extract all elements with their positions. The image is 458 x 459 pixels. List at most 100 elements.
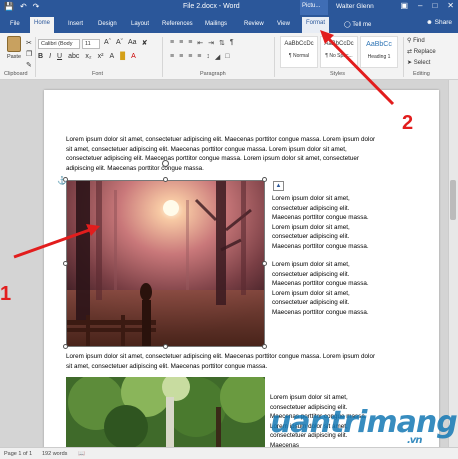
paragraph-1[interactable]: Lorem ipsum dolor sit amet, consectetuer… [66,135,378,173]
underline-icon[interactable]: U [57,53,62,60]
tab-review[interactable]: Review [240,18,268,33]
save-icon[interactable]: 💾 [4,2,14,12]
word-window: 💾 ↶ ↷ File 2.docx - Word Pictu... Walter… [0,0,458,459]
style-normal[interactable]: AaBbCcDc ¶ Normal [280,36,318,68]
group-label-editing: Editing [413,71,430,77]
multilevel-list-icon[interactable]: ≡ [188,39,192,47]
show-formatting-icon[interactable]: ¶ [230,39,234,47]
select-button[interactable]: ➤ Select [407,58,436,69]
italic-icon[interactable]: I [49,53,51,60]
increase-indent-icon[interactable]: ⇥ [208,39,214,47]
resize-handle[interactable] [262,344,267,349]
resize-handle[interactable] [63,261,68,266]
superscript-icon[interactable]: x² [98,53,104,60]
align-left-icon[interactable]: ≡ [170,53,174,61]
justify-icon[interactable]: ≡ [197,53,201,61]
wrap-text-block-1[interactable]: Lorem ipsum dolor sit amet, consectetuer… [272,194,372,251]
line-spacing-icon[interactable]: ↕ [206,53,210,61]
selected-image-misty-forest[interactable] [66,180,265,347]
tab-format[interactable]: Format [302,17,330,33]
user-name[interactable]: Walter Glenn [336,3,374,10]
resize-handle[interactable] [262,177,267,182]
text-effects-icon[interactable]: A [109,53,114,60]
subscript-icon[interactable]: x₂ [85,53,91,60]
redo-icon[interactable]: ↷ [33,2,40,12]
tab-layout[interactable]: Layout [127,18,153,33]
font-name-dropdown[interactable]: Calibri (Body [38,39,80,49]
tab-file[interactable]: File [6,18,24,33]
change-case-icon[interactable]: Aa [128,39,137,47]
group-label-paragraph: Paragraph [200,71,226,77]
align-right-icon[interactable]: ≡ [188,53,192,61]
style-heading-1[interactable]: AaBbCc Heading 1 [360,36,398,68]
tab-design[interactable]: Design [94,18,121,33]
wrap-text-block-2[interactable]: Lorem ipsum dolor sit amet, consectetuer… [272,260,372,317]
paste-button[interactable]: Paste [4,36,24,66]
maximize-icon[interactable]: □ [432,1,437,10]
clipboard-icon [7,36,21,52]
rotate-handle-icon[interactable] [162,160,169,167]
bold-icon[interactable]: B [38,53,43,60]
select-icon: ➤ [407,60,414,66]
copy-icon[interactable]: ❐ [26,49,32,60]
style-no-spacing[interactable]: AaBbCcDc ¶ No Spac... [320,36,358,68]
share-button[interactable]: ☻ Share [426,19,452,26]
page-count[interactable]: Page 1 of 1 [4,451,32,457]
layout-options-icon[interactable]: ▲ [273,181,284,191]
clear-formatting-icon[interactable]: ✘ [142,39,148,47]
tab-insert[interactable]: Insert [64,18,87,33]
word-count[interactable]: 192 words [42,451,67,457]
ribbon-options-icon[interactable]: ▣ [400,1,408,10]
tab-home[interactable]: Home [30,17,55,33]
align-center-icon[interactable]: ≡ [179,53,183,61]
borders-icon[interactable]: □ [225,53,229,61]
resize-handle[interactable] [63,344,68,349]
minimize-icon[interactable]: – [418,1,422,10]
status-bar: Page 1 of 1 192 words 📖 [0,447,458,459]
divider [35,37,36,77]
bullets-icon[interactable]: ≡ [170,39,174,47]
paragraph-2[interactable]: Lorem ipsum dolor sit amet, consectetuer… [66,352,378,371]
watermark-suffix: .vn [407,435,422,446]
font-size-dropdown[interactable]: 11 [82,39,100,49]
style-sample: AaBbCc [366,41,392,48]
tell-me-box[interactable]: ◯ Tell me [340,18,375,33]
proofing-icon[interactable]: 📖 [78,451,85,457]
resize-handle[interactable] [262,261,267,266]
watermark-logo: uantrimang .vn [270,405,458,446]
tab-references[interactable]: References [158,18,197,33]
close-icon[interactable]: ✕ [447,1,454,10]
replace-label: Replace [413,49,436,55]
strikethrough-icon[interactable]: abc [68,53,79,60]
cut-icon[interactable]: ✂ [26,38,32,49]
sort-icon[interactable]: ⇅ [219,39,225,47]
format-painter-icon[interactable]: ✎ [26,60,32,71]
image-green-forest[interactable] [66,377,265,447]
shading-icon[interactable]: ◢ [215,53,220,61]
font-color-icon[interactable]: A [131,53,136,60]
group-label-styles: Styles [330,71,345,77]
highlight-icon[interactable]: █ [120,53,125,60]
divider [274,37,275,77]
vertical-scrollbar[interactable] [448,80,458,447]
person-icon: ☻ [425,19,435,26]
style-name: ¶ No Spac... [325,53,353,59]
resize-handle[interactable] [163,177,168,182]
find-button[interactable]: ⚲ Find [407,36,436,47]
tab-mailings[interactable]: Mailings [201,18,231,33]
scroll-thumb[interactable] [450,180,456,220]
divider [403,37,404,77]
numbering-icon[interactable]: ≡ [179,39,183,47]
paragraph-row2: ≡ ≡ ≡ ≡ ↕ ◢ □ [170,53,230,61]
replace-button[interactable]: ⇄ Replace [407,47,436,58]
shrink-font-icon[interactable]: Aˇ [116,39,123,47]
style-sample: AaBbCcDc [284,41,314,47]
group-label-font: Font [92,71,104,77]
decrease-indent-icon[interactable]: ⇤ [197,39,203,47]
find-label: Find [413,38,425,44]
resize-handle[interactable] [163,344,168,349]
undo-icon[interactable]: ↶ [20,2,27,12]
grow-font-icon[interactable]: Aˆ [104,39,111,47]
tab-view[interactable]: View [273,18,294,33]
green-forest-picture [66,377,265,447]
